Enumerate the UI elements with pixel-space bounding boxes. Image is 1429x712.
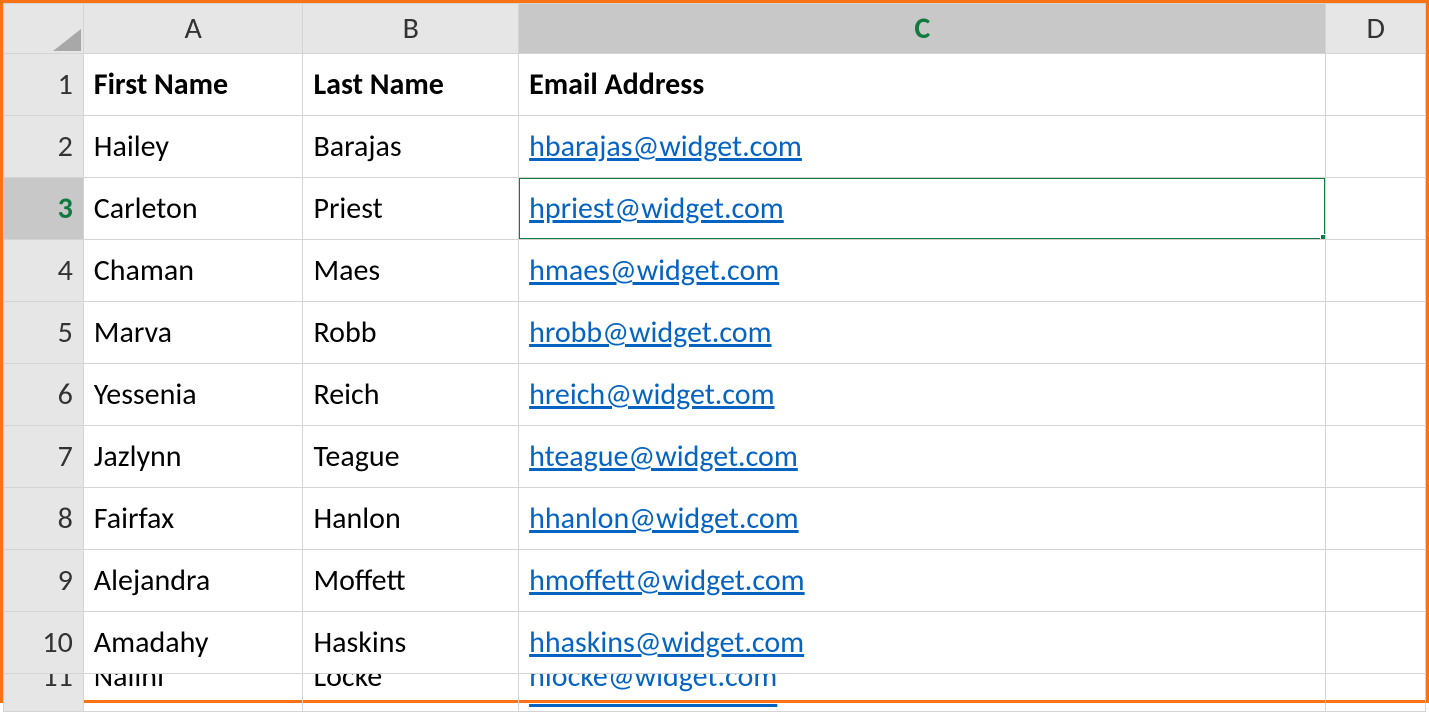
cell-b11[interactable]: Locke	[303, 674, 519, 712]
row-header-3[interactable]: 3	[4, 178, 84, 240]
cell-a1[interactable]: First Name	[83, 54, 303, 116]
cell-a9[interactable]: Alejandra	[83, 550, 303, 612]
cell-a2[interactable]: Hailey	[83, 116, 303, 178]
column-header-row: A B C D	[4, 4, 1426, 54]
cell-c9[interactable]: hmoffett@widget.com	[519, 550, 1326, 612]
select-all-triangle-icon	[53, 29, 81, 51]
select-all-corner[interactable]	[4, 4, 84, 54]
row-11: 11 Nalini Locke hlocke@widget.com	[4, 674, 1426, 712]
cell-c11[interactable]: hlocke@widget.com	[519, 674, 1326, 712]
column-header-d[interactable]: D	[1326, 4, 1426, 54]
cell-a3[interactable]: Carleton	[83, 178, 303, 240]
cell-c2[interactable]: hbarajas@widget.com	[519, 116, 1326, 178]
cell-a5[interactable]: Marva	[83, 302, 303, 364]
spreadsheet-grid[interactable]: A B C D 1 First Name Last Name Email Add…	[3, 3, 1426, 712]
cell-c8[interactable]: hhanlon@widget.com	[519, 488, 1326, 550]
row-6: 6 Yessenia Reich hreich@widget.com	[4, 364, 1426, 426]
cell-b3[interactable]: Priest	[303, 178, 519, 240]
row-header-2[interactable]: 2	[4, 116, 84, 178]
cell-c4[interactable]: hmaes@widget.com	[519, 240, 1326, 302]
row-header-4[interactable]: 4	[4, 240, 84, 302]
row-5: 5 Marva Robb hrobb@widget.com	[4, 302, 1426, 364]
row-header-9[interactable]: 9	[4, 550, 84, 612]
cell-b1[interactable]: Last Name	[303, 54, 519, 116]
row-1: 1 First Name Last Name Email Address	[4, 54, 1426, 116]
cell-d6[interactable]	[1326, 364, 1426, 426]
cell-d5[interactable]	[1326, 302, 1426, 364]
cell-a11[interactable]: Nalini	[83, 674, 303, 712]
column-header-c[interactable]: C	[519, 4, 1326, 54]
cell-b7[interactable]: Teague	[303, 426, 519, 488]
cell-a6[interactable]: Yessenia	[83, 364, 303, 426]
cell-d4[interactable]	[1326, 240, 1426, 302]
cell-c3[interactable]: hpriest@widget.com	[519, 178, 1326, 240]
cell-d3[interactable]	[1326, 178, 1426, 240]
cell-c7[interactable]: hteague@widget.com	[519, 426, 1326, 488]
cell-c6[interactable]: hreich@widget.com	[519, 364, 1326, 426]
cell-c3-value: hpriest@widget.com	[529, 190, 784, 227]
cell-b5[interactable]: Robb	[303, 302, 519, 364]
row-header-7[interactable]: 7	[4, 426, 84, 488]
cell-b8[interactable]: Hanlon	[303, 488, 519, 550]
cell-d9[interactable]	[1326, 550, 1426, 612]
cell-d7[interactable]	[1326, 426, 1426, 488]
row-header-8[interactable]: 8	[4, 488, 84, 550]
cell-b10[interactable]: Haskins	[303, 612, 519, 674]
cell-b9[interactable]: Moffett	[303, 550, 519, 612]
row-header-6[interactable]: 6	[4, 364, 84, 426]
cell-d2[interactable]	[1326, 116, 1426, 178]
cell-d11[interactable]	[1326, 674, 1426, 712]
column-header-a[interactable]: A	[83, 4, 303, 54]
row-8: 8 Fairfax Hanlon hhanlon@widget.com	[4, 488, 1426, 550]
cell-d8[interactable]	[1326, 488, 1426, 550]
cell-a7[interactable]: Jazlynn	[83, 426, 303, 488]
cell-a8[interactable]: Fairfax	[83, 488, 303, 550]
row-9: 9 Alejandra Moffett hmoffett@widget.com	[4, 550, 1426, 612]
cell-d10[interactable]	[1326, 612, 1426, 674]
column-header-b[interactable]: B	[303, 4, 519, 54]
cell-d1[interactable]	[1326, 54, 1426, 116]
cell-c1[interactable]: Email Address	[519, 54, 1326, 116]
cell-c5[interactable]: hrobb@widget.com	[519, 302, 1326, 364]
cell-a4[interactable]: Chaman	[83, 240, 303, 302]
row-4: 4 Chaman Maes hmaes@widget.com	[4, 240, 1426, 302]
row-10: 10 Amadahy Haskins hhaskins@widget.com	[4, 612, 1426, 674]
row-2: 2 Hailey Barajas hbarajas@widget.com	[4, 116, 1426, 178]
cell-b4[interactable]: Maes	[303, 240, 519, 302]
cell-b2[interactable]: Barajas	[303, 116, 519, 178]
row-header-1[interactable]: 1	[4, 54, 84, 116]
row-3: 3 Carleton Priest hpriest@widget.com	[4, 178, 1426, 240]
cell-c10[interactable]: hhaskins@widget.com	[519, 612, 1326, 674]
row-7: 7 Jazlynn Teague hteague@widget.com	[4, 426, 1426, 488]
row-header-5[interactable]: 5	[4, 302, 84, 364]
row-header-10[interactable]: 10	[4, 612, 84, 674]
cell-a10[interactable]: Amadahy	[83, 612, 303, 674]
row-header-11[interactable]: 11	[4, 674, 84, 712]
cell-b6[interactable]: Reich	[303, 364, 519, 426]
